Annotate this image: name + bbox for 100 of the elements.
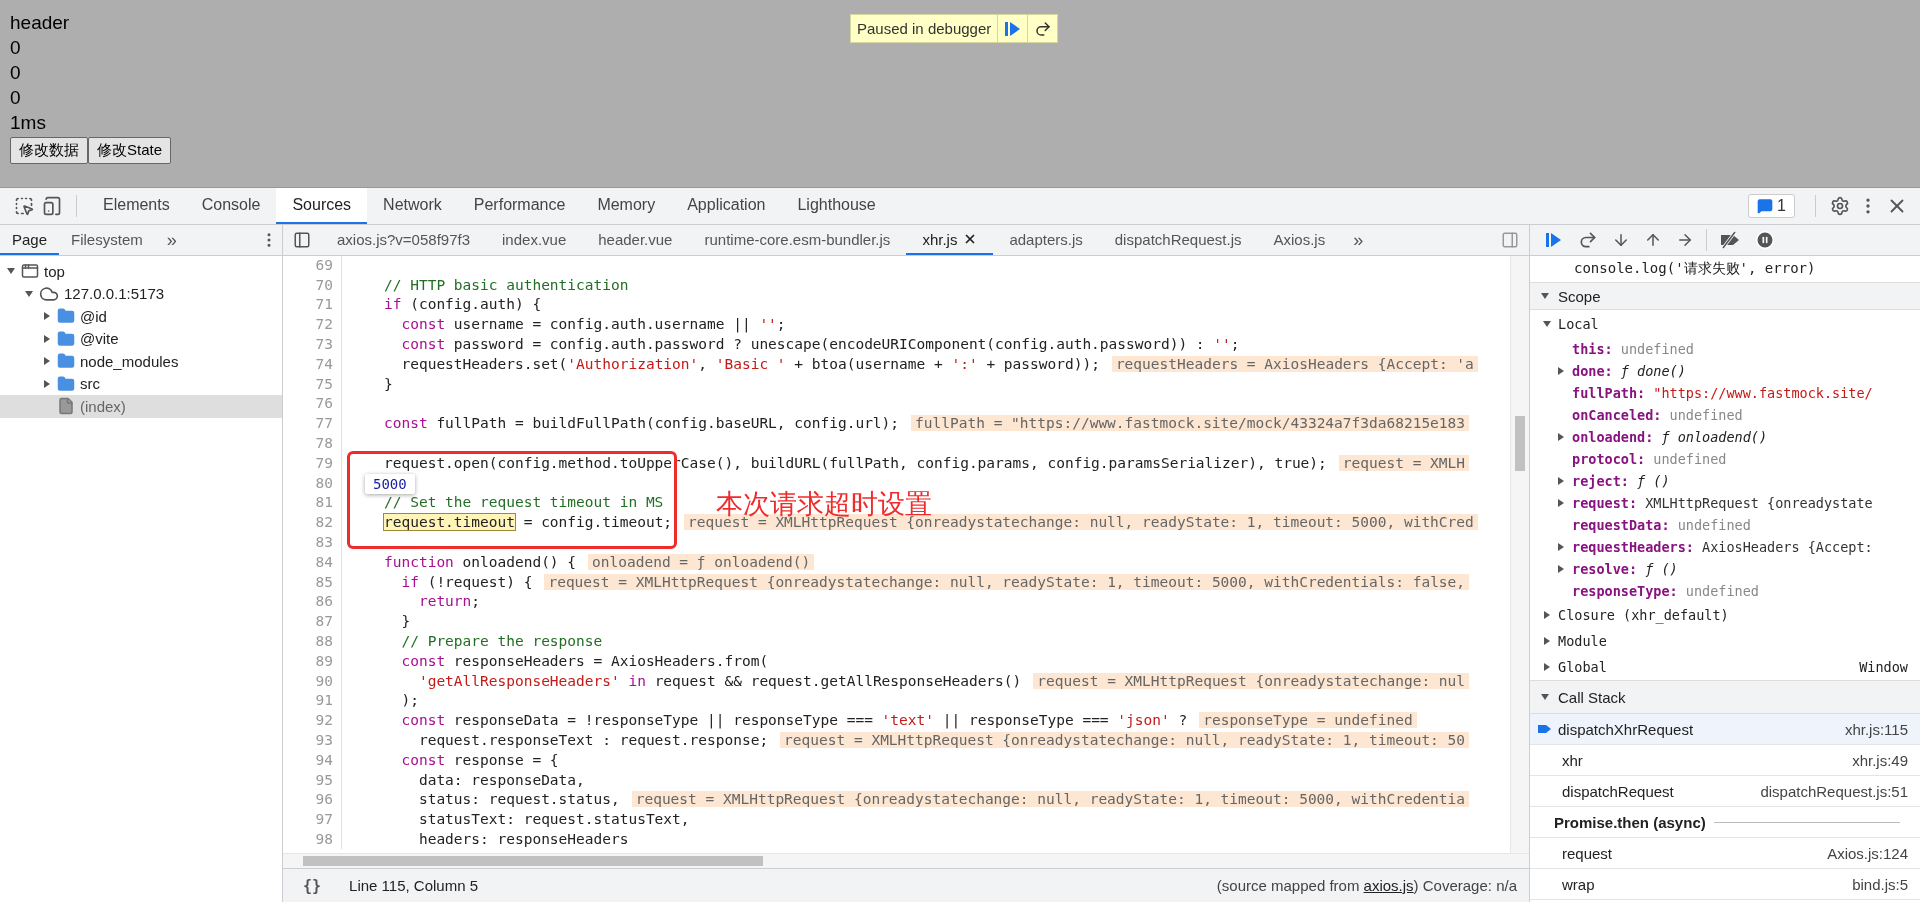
triangle-right-icon[interactable] [42,311,52,322]
line-number: 94 [283,749,342,770]
line-number: 93 [283,730,342,750]
devtools-tab[interactable]: Performance [457,188,582,224]
code-line: const fullPath = buildFullPath(config.baseURL, config.url); [384,415,900,432]
line-number: 92 [283,710,342,731]
scope-variable[interactable]: responseType: undefined [1530,580,1920,602]
source-link[interactable]: axios.js [1363,877,1414,894]
triangle-right-icon[interactable] [1556,564,1566,574]
devtools-tab[interactable]: Sources [276,188,368,224]
scrollbar[interactable] [283,853,1529,868]
line-number: 70 [283,274,342,295]
triangle-right-icon[interactable] [1542,662,1552,672]
devtools-tab[interactable]: Network [367,188,458,224]
scope-group[interactable]: Closure (xhr_default) [1530,602,1920,628]
scope-variable[interactable]: requestHeaders: AxiosHeaders {Accept: [1530,536,1920,558]
file-tab[interactable]: adapters.js [993,225,1099,255]
tree-item[interactable]: node_modules [0,350,282,373]
file-tab[interactable]: header.vue [582,225,689,255]
scope-group[interactable]: Local [1530,310,1920,338]
line-number: 71 [283,294,342,315]
file-tab[interactable]: xhr.js [906,225,994,255]
scope-group[interactable]: Module [1530,628,1920,654]
scope-variable[interactable]: protocol: undefined [1530,448,1920,470]
scope-variable[interactable]: done: ƒ done() [1530,360,1920,382]
triangle-right-icon[interactable] [1556,542,1566,552]
code-line: headers: responseHeaders [417,831,629,847]
triangle-down-icon[interactable] [1542,319,1552,329]
async-separator: Promise.then (async) [1554,813,1706,831]
devtools-tab[interactable]: Console [185,188,277,224]
triangle-right-icon[interactable] [1542,636,1552,646]
page-button[interactable]: 修改State [88,137,172,164]
file-tab[interactable]: index.vue [486,225,583,255]
tree-item[interactable]: @vite [0,327,282,350]
file-tab[interactable]: dispatchRequest.js [1098,225,1258,255]
tree-item[interactable]: (index) [0,395,282,418]
tree-item[interactable]: src [0,372,282,395]
issues-button[interactable]: 1 [1748,194,1795,218]
code-line: statusText: request.statusText, [417,811,690,828]
scope-variable[interactable]: onCanceled: undefined [1530,404,1920,426]
file-tab[interactable]: axios.js?v=058f97f3 [321,225,486,255]
tree-item[interactable]: top [0,260,282,283]
pretty-print-button[interactable]: {} [295,876,330,895]
scope-variable[interactable]: request: XMLHttpRequest {onreadystate [1530,492,1920,514]
page-text: 0 [10,61,21,85]
scope-variable[interactable]: resolve: ƒ () [1530,558,1920,580]
more-tabs-button[interactable]: » [154,229,189,251]
page-text: header [10,11,70,35]
folder-icon [57,307,75,326]
tree-item[interactable]: @id [0,305,282,328]
triangle-right-icon[interactable] [42,356,52,367]
triangle-right-icon[interactable] [1556,366,1566,376]
scrollbar[interactable] [1510,256,1529,853]
scope-group[interactable]: Global Window [1530,654,1920,680]
scope-variable[interactable]: requestData: undefined [1530,514,1920,536]
triangle-right-icon[interactable] [42,378,52,389]
triangle-right-icon[interactable] [1556,432,1566,442]
triangle-down-icon[interactable] [1540,692,1550,702]
scope-variable[interactable]: this: undefined [1530,338,1920,360]
file-tab[interactable]: Axios.js [1257,225,1342,255]
triangle-right-icon[interactable] [1556,498,1566,508]
scope-variable[interactable]: onloadend: ƒ onloadend() [1530,426,1920,448]
inline-value: request = XMLH [1338,454,1470,471]
triangle-down-icon[interactable] [1540,291,1550,301]
file-tab[interactable]: runtime-core.esm-bundler.js [688,225,907,255]
line-number: 87 [283,611,342,632]
inline-value: request = XMLHttpRequest {onreadystatechange: null, readyState: 1, timeout: 50 [780,732,1470,748]
source-map-info: (source mapped from axios.js) Coverage: n/a [1216,877,1517,894]
code-line: // HTTP basic authentication [384,276,629,293]
page-text: 0 [10,36,21,60]
inline-value: request = XMLHttpRequest {onreadystatechange: null, readyState: 1, timeout: 5000, withCredentials: false, [544,573,1470,590]
line-number: 86 [283,591,342,612]
page-button[interactable]: 修改数据 [10,137,88,164]
inline-value: request = XMLHttpRequest {onreadystatechange: nul [1033,672,1470,689]
triangle-right-icon[interactable] [42,333,52,344]
line-number: 91 [283,690,342,711]
code-line: data: responseData, [417,771,585,788]
step-over-icon [1033,19,1052,38]
devtools-tab[interactable]: Application [671,188,782,224]
more-tabs-button[interactable]: » [1341,229,1376,251]
folder-icon [57,352,75,371]
code-line: 'getAllResponseHeaders' in request && request.getAllResponseHeaders() [417,672,1022,689]
devtools-tab[interactable]: Lighthouse [781,188,892,224]
page-text: 0 [10,86,21,110]
section-header[interactable]: Call Stack [1530,680,1920,714]
line-number: 85 [283,571,342,592]
line-number: 83 [283,532,342,552]
triangle-right-icon[interactable] [1542,610,1552,620]
file-icon [57,397,75,416]
navigator-tab[interactable]: Filesystem [59,225,155,255]
triangle-down-icon[interactable] [24,288,34,299]
tree-item[interactable]: 127.0.0.1:5173 [0,282,282,305]
scope-variable[interactable]: reject: ƒ () [1530,470,1920,492]
navigator-tab[interactable]: Page [0,225,60,255]
triangle-right-icon[interactable] [1556,476,1566,486]
section-header[interactable]: Scope [1530,283,1920,310]
devtools-tab[interactable]: Memory [581,188,672,224]
call-frame[interactable]: dispatchXhrRequest xhr.js:115 [1530,714,1920,745]
scope-variable[interactable]: fullPath: "https://www.fastmock.site/ [1530,382,1920,404]
devtools-tab[interactable]: Elements [87,188,186,224]
